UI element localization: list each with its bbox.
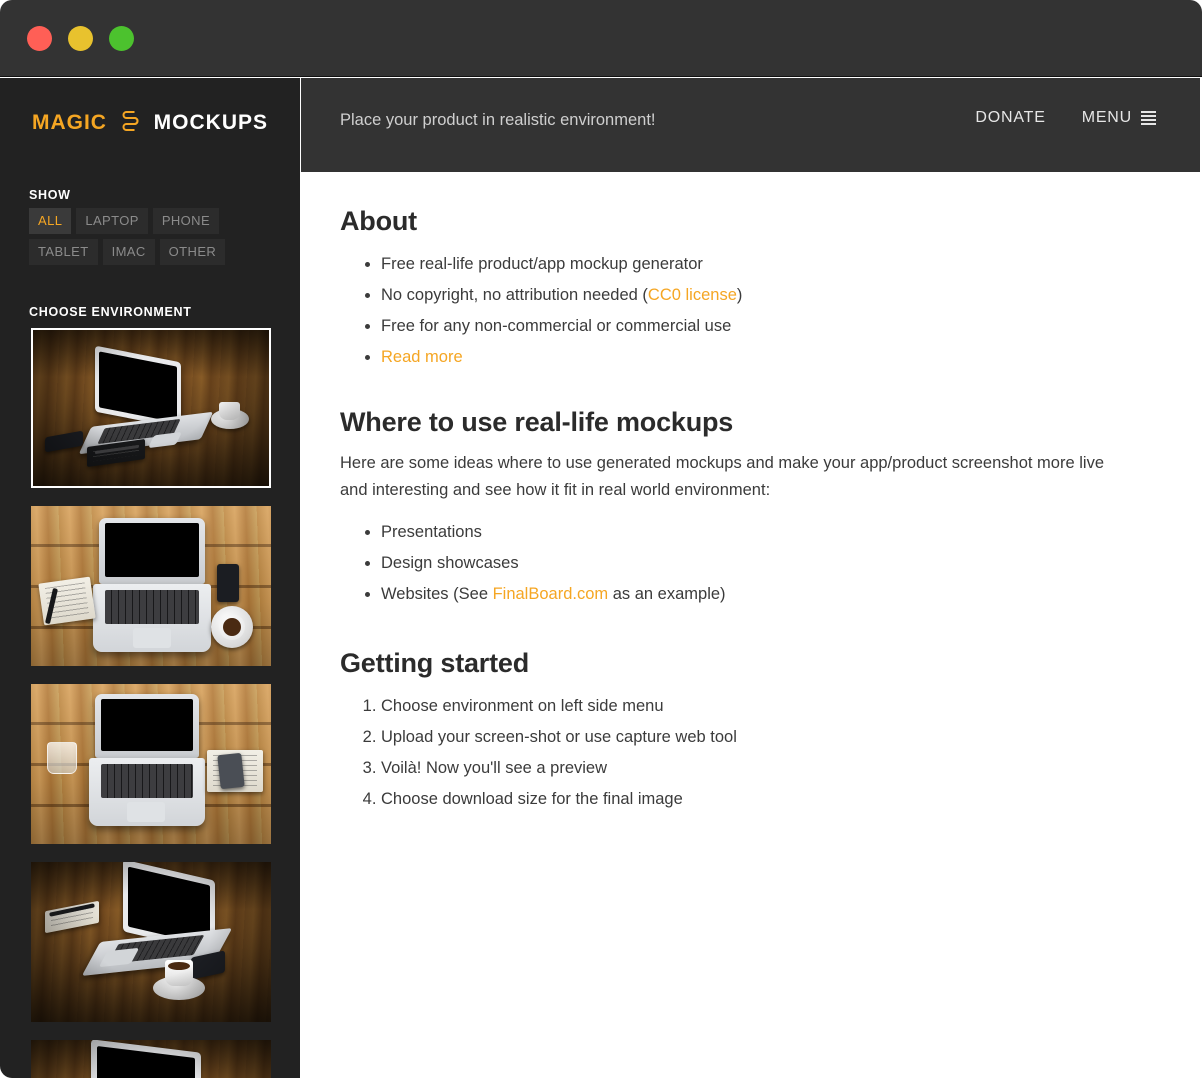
thumbnail-image <box>31 506 271 666</box>
hamburger-icon <box>1141 111 1156 125</box>
list-item: Presentations <box>381 517 1160 548</box>
list-item: Websites (See FinalBoard.com as an examp… <box>381 579 1160 610</box>
filter-laptop[interactable]: LAPTOP <box>76 208 148 234</box>
sidebar: MAGIC MOCKUPS SHOW ALL LAPTOP PHONE TABL… <box>0 78 300 1078</box>
stacked-layers-icon <box>121 110 140 136</box>
minimize-button[interactable] <box>68 26 93 51</box>
brand-word-magic: MAGIC <box>31 111 107 134</box>
environment-section-title: CHOOSE ENVIRONMENT <box>29 305 192 319</box>
list-item: Free real-life product/app mockup genera… <box>381 249 1160 280</box>
window-titlebar <box>0 0 1202 77</box>
about-item-text: Free real-life product/app mockup genera… <box>381 255 703 273</box>
filter-phone[interactable]: PHONE <box>152 208 220 234</box>
donate-link[interactable]: DONATE <box>975 109 1045 127</box>
getting-started-list: Choose environment on left side menu Upl… <box>340 691 1160 815</box>
environment-thumbnail[interactable] <box>31 328 271 488</box>
where-paragraph: Here are some ideas where to use generat… <box>340 454 1104 499</box>
top-navigation: DONATE MENU <box>975 109 1156 127</box>
app-window: MAGIC MOCKUPS SHOW ALL LAPTOP PHONE TABL… <box>0 0 1202 1078</box>
list-item: Read more <box>381 342 1160 373</box>
environment-thumbnail[interactable] <box>31 862 271 1022</box>
maximize-button[interactable] <box>109 26 134 51</box>
finalboard-link[interactable]: FinalBoard.com <box>493 585 609 603</box>
brand-logo[interactable]: MAGIC MOCKUPS <box>0 110 300 136</box>
tagline: Place your product in realistic environm… <box>340 111 656 129</box>
thumbnail-image <box>33 330 269 486</box>
filter-imac[interactable]: IMAC <box>102 239 155 265</box>
close-button[interactable] <box>27 26 52 51</box>
cc0-license-link[interactable]: CC0 license <box>648 286 737 304</box>
about-list: Free real-life product/app mockup genera… <box>340 249 1160 373</box>
window-controls <box>27 26 134 51</box>
read-more-link[interactable]: Read more <box>381 348 463 366</box>
list-item: Design showcases <box>381 548 1160 579</box>
thumbnail-image <box>31 684 271 844</box>
where-item-text: Presentations <box>381 523 482 541</box>
device-filter-group: ALL LAPTOP PHONE TABLET IMAC OTHER <box>29 208 279 268</box>
where-list: Presentations Design showcases Websites … <box>340 517 1160 610</box>
show-section-title: SHOW <box>29 188 71 202</box>
environment-thumbnail[interactable] <box>31 1040 271 1078</box>
menu-label: MENU <box>1081 109 1132 126</box>
where-item-text: Design showcases <box>381 554 519 572</box>
list-item: Free for any non-commercial or commercia… <box>381 311 1160 342</box>
where-item-prefix: Websites (See <box>381 585 493 603</box>
about-item-prefix: No copyright, no attribution needed ( <box>381 286 648 304</box>
main-content: About Free real-life product/app mockup … <box>301 172 1202 1078</box>
list-item: Upload your screen-shot or use capture w… <box>381 722 1160 753</box>
getting-started-heading: Getting started <box>340 648 530 678</box>
thumbnail-image <box>31 862 271 1022</box>
list-item: Voilà! Now you'll see a preview <box>381 753 1160 784</box>
environment-thumbnail-list[interactable] <box>0 328 300 1078</box>
list-item: No copyright, no attribution needed (CC0… <box>381 280 1160 311</box>
thumbnail-image <box>31 1040 271 1078</box>
about-heading: About <box>340 206 417 236</box>
page-body: MAGIC MOCKUPS SHOW ALL LAPTOP PHONE TABL… <box>0 78 1202 1078</box>
environment-thumbnail[interactable] <box>31 506 271 666</box>
list-item: Choose download size for the final image <box>381 784 1160 815</box>
where-item-suffix: as an example) <box>608 585 726 603</box>
top-header-bar: Place your product in realistic environm… <box>301 78 1202 172</box>
brand-word-mockups: MOCKUPS <box>153 111 269 134</box>
environment-thumbnail[interactable] <box>31 684 271 844</box>
where-heading: Where to use real-life mockups <box>340 407 734 437</box>
about-item-suffix: ) <box>736 286 743 304</box>
menu-button[interactable]: MENU <box>1082 109 1156 127</box>
filter-all[interactable]: ALL <box>29 208 72 234</box>
list-item: Choose environment on left side menu <box>381 691 1160 722</box>
filter-tablet[interactable]: TABLET <box>29 239 98 265</box>
about-item-text: Free for any non-commercial or commercia… <box>381 317 732 335</box>
filter-other[interactable]: OTHER <box>159 239 226 265</box>
